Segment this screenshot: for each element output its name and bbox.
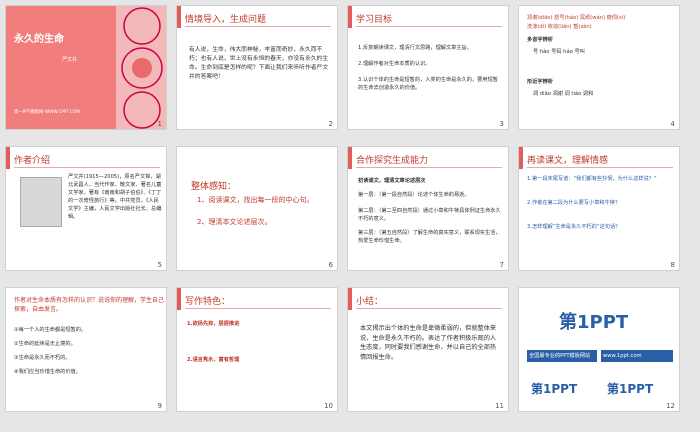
question-item: 3.怎样理解“生命是永久不朽的”这句话？ — [527, 224, 621, 230]
slide-header: 作者对生命本质有怎样的认识？说说你的理解，学生自己探索，自由发言。 — [14, 297, 165, 313]
promo-box: 全国最专业的PPT模板网站 — [527, 350, 597, 362]
slide-header: 再读课文，理解情感 — [527, 156, 609, 166]
slide-number: 11 — [495, 402, 504, 410]
layer-item: 第一层：（第一段自然段）论述个体生命的易逝。 — [358, 192, 470, 198]
slide-number: 7 — [499, 261, 504, 269]
answer-item: ②生命的延续是无止境的。 — [14, 341, 76, 347]
brand-logo-small: 第1PPT — [607, 382, 654, 396]
slide-author: 严文井 — [62, 57, 78, 63]
mandala-pattern — [116, 6, 166, 129]
sub-heading: 初读课文，理清文章论述层次 — [358, 178, 426, 184]
answer-item: ③生命是永久而不朽的。 — [14, 355, 71, 361]
goal-item: 1.反复朗读课文，理清行文思路，理解文章主旨。 — [358, 45, 472, 51]
goal-item: 2.理解作者对生命本质的认识。 — [358, 61, 431, 67]
slide-number: 2 — [328, 120, 333, 128]
section-heading: 多音字辨析 — [527, 37, 553, 43]
divider — [356, 167, 502, 168]
layer-item: 第二层：（第二至四自然段）通过小草和牛犊具体例证生命永久不朽的意义。 — [358, 208, 501, 222]
slide-number: 12 — [666, 402, 675, 410]
divider — [356, 26, 502, 27]
slide-thumb-1[interactable]: 永久的生命 严文井 第一PPT模板网-WWW.1PPT.COM 1 — [5, 5, 167, 130]
slide-header: 写作特色： — [185, 297, 231, 307]
slide-thumb-10[interactable]: 写作特色： 1.欲扬先抑，层层推进 2.语言隽永，富有哲理 10 — [176, 287, 338, 412]
slide-thumb-4[interactable]: 凋谢(diāo) 怒号(háo) 冥顽(wán) 窥伺(sì) 洗涤(dí) 收… — [518, 5, 680, 130]
slide-header: 作者介绍 — [14, 156, 51, 166]
slide-thumb-7[interactable]: 合作探究生成能力 初读课文，理清文章论述层次 第一层：（第一段自然段）论述个体生… — [347, 146, 509, 271]
slide-thumb-11[interactable]: 小结： 本文揭示出个体的生命是卑微柔弱的，但就整体来说，生命是永久不朽的。表达了… — [347, 287, 509, 412]
slide-number: 6 — [328, 261, 333, 269]
author-bio: 严文井(1915—2005)，原名严文锦，湖北武昌人，当代作家、散文家、著名儿童… — [68, 174, 162, 220]
author-photo — [20, 177, 62, 227]
feature-heading: 2.语言隽永，富有哲理 — [187, 357, 240, 363]
slide-thumb-5[interactable]: 作者介绍 严文井(1915—2005)，原名严文锦，湖北武昌人，当代作家、散文家… — [5, 146, 167, 271]
slide-number: 9 — [157, 402, 162, 410]
slide-header: 情境导入，生成问题 — [185, 15, 267, 25]
header-bar — [6, 147, 10, 169]
slide-number: 1 — [157, 120, 162, 128]
header-bar — [348, 6, 352, 28]
brand-logo-small: 第1PPT — [531, 382, 578, 396]
slide-number: 10 — [324, 402, 333, 410]
slide-header: 学习目标 — [356, 15, 393, 25]
header-bar — [348, 288, 352, 310]
slide-thumb-3[interactable]: 学习目标 1.反复朗读课文，理清行文思路，理解文章主旨。 2.理解作者对生命本质… — [347, 5, 509, 130]
slide-title: 永久的生命 — [14, 34, 64, 45]
task-item: 2、理清本文论述层次。 — [197, 218, 272, 226]
slide-header: 小结： — [356, 297, 384, 307]
word-pair: 凋 diāo 凋谢 调 tiáo 调和 — [533, 91, 594, 97]
pinyin-line: 洗涤(dí) 收敛(liǎn) 暂(zàn) — [527, 24, 592, 30]
divider — [527, 167, 673, 168]
slide-thumb-8[interactable]: 再读课文，理解情感 1.第一段末尾写道：“我们都有些怜悯，为什么这样说？” 2.… — [518, 146, 680, 271]
promo-box: www.1ppt.com — [601, 350, 673, 362]
task-item: 1、阅读课文，找出每一段的中心句。 — [197, 196, 314, 204]
slide-thumb-9[interactable]: 作者对生命本质有怎样的认识？说说你的理解，学生自己探索，自由发言。 ①每一个人的… — [5, 287, 167, 412]
slide-grid: 永久的生命 严文井 第一PPT模板网-WWW.1PPT.COM 1 情境导入，生… — [0, 0, 700, 432]
summary-text: 本文揭示出个体的生命是卑微柔弱的，但就整体来说，生命是永久不朽的。表达了作者积极… — [360, 325, 497, 361]
answer-item: ④我们应当珍惜生命的价值。 — [14, 369, 81, 375]
header-bar — [177, 288, 181, 310]
slide-number: 4 — [670, 120, 675, 128]
goal-item: 3.认识个体的生命是短暂的，人类的生命是永久的，要用短暂的生命去创造永久的价值。 — [358, 77, 498, 91]
question-item: 2.作者在第二段为什么要写小草和牛犊？ — [527, 200, 621, 206]
divider — [185, 308, 331, 309]
question-item: 1.第一段末尾写道：“我们都有些怜悯，为什么这样说？” — [527, 176, 657, 182]
header-bar — [519, 147, 523, 169]
divider — [14, 167, 160, 168]
divider — [185, 26, 331, 27]
answer-item: ①每一个人的生命都是短暂的。 — [14, 327, 87, 333]
slide-number: 5 — [157, 261, 162, 269]
pinyin-line: 凋谢(diāo) 怒号(háo) 冥顽(wán) 窥伺(sì) — [527, 15, 626, 21]
slide-header: 合作探究生成能力 — [356, 156, 429, 166]
word-pair: 号 hào 号码 háo 号叫 — [533, 49, 585, 55]
brand-logo: 第1PPT — [559, 312, 629, 333]
site-label: 第一PPT模板网-WWW.1PPT.COM — [14, 110, 80, 115]
slide-header: 整体感知： — [191, 182, 237, 192]
slide-thumb-6[interactable]: 整体感知： 1、阅读课文，找出每一段的中心句。 2、理清本文论述层次。 6 — [176, 146, 338, 271]
header-bar — [348, 147, 352, 169]
feature-heading: 1.欲扬先抑，层层推进 — [187, 321, 240, 327]
slide-thumb-2[interactable]: 情境导入，生成问题 有人说，生命，伟大而神秘，丰富而奇妙，永久而不朽；也有人说，… — [176, 5, 338, 130]
slide-thumb-12[interactable]: 第1PPT 全国最专业的PPT模板网站 www.1ppt.com 第1PPT 第… — [518, 287, 680, 412]
header-bar — [177, 6, 181, 28]
layer-item: 第三层：（第五自然段）了解生命的真实意义，联系现实生活，热爱生命珍惜生命。 — [358, 230, 501, 244]
slide-number: 8 — [670, 261, 675, 269]
section-heading: 形近字辨析 — [527, 79, 553, 85]
slide-number: 3 — [499, 120, 504, 128]
intro-text: 有人说，生命，伟大而神秘，丰富而奇妙，永久而不朽；也有人说，世上没有永恒的春天，… — [189, 47, 329, 80]
divider — [356, 308, 502, 309]
